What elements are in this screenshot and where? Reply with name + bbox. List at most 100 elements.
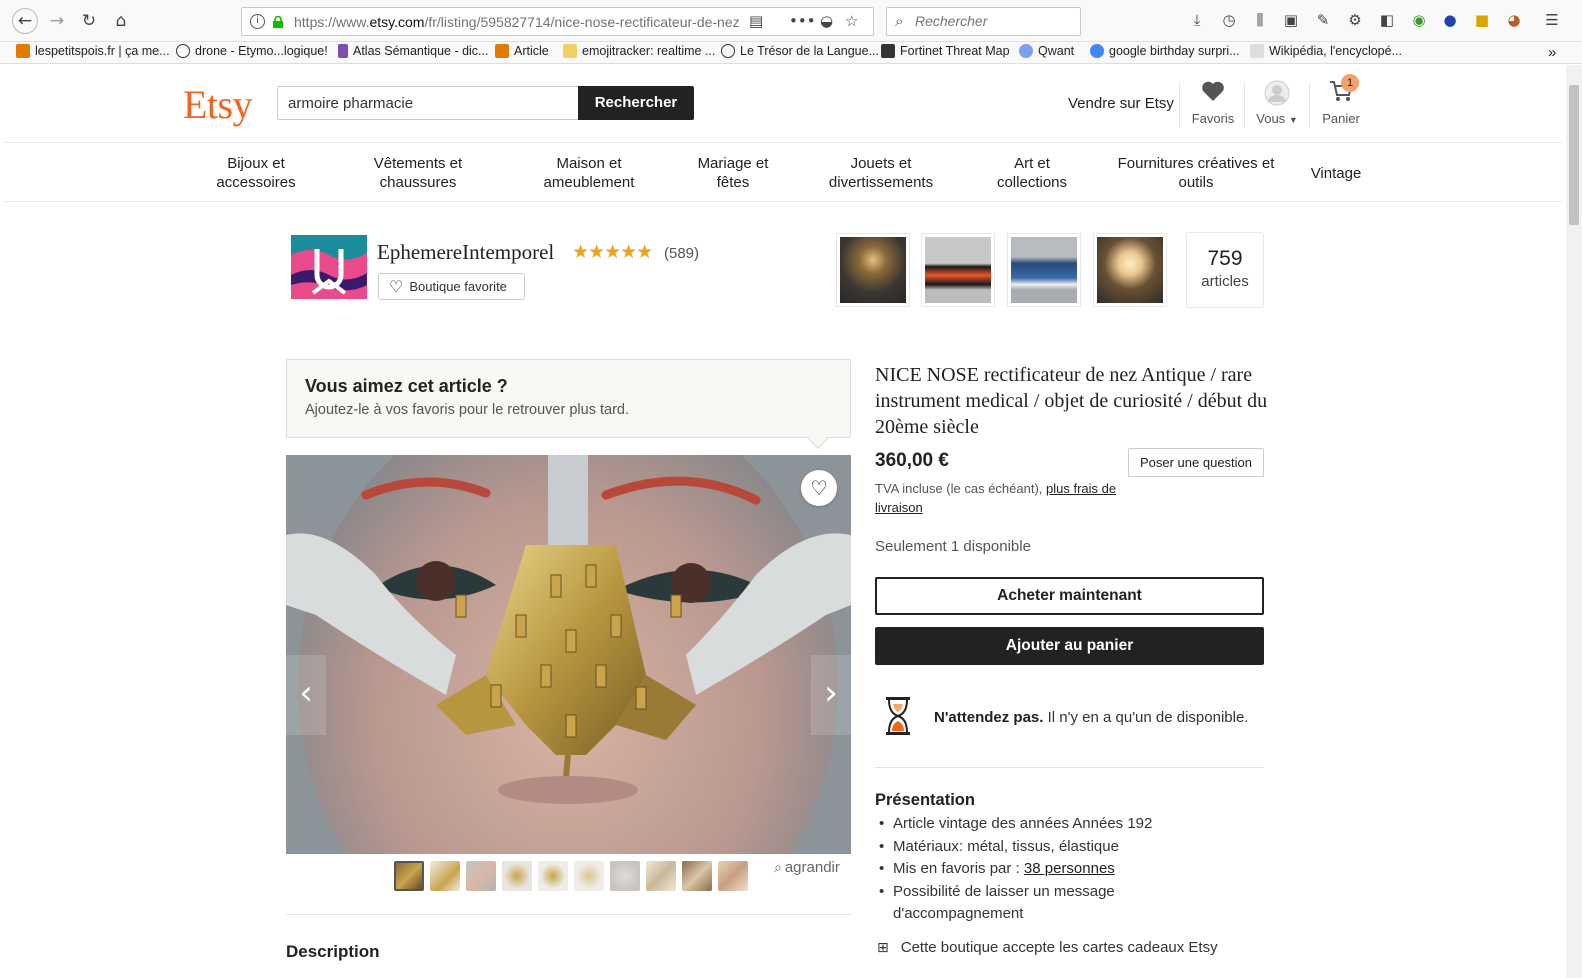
sell-link[interactable]: Vendre sur Etsy [1068, 95, 1174, 112]
ask-question-button[interactable]: Poser une question [1128, 448, 1264, 477]
thumbnail[interactable] [646, 861, 676, 891]
library-icon[interactable]: ⫼ [1250, 11, 1270, 31]
cart-count-badge: 1 [1341, 74, 1359, 92]
avatar [1264, 80, 1290, 106]
presentation-heading: Présentation [875, 791, 975, 809]
bookmark-favicon-icon [338, 44, 348, 58]
buy-now-button[interactable]: Acheter maintenant [875, 577, 1264, 615]
category-toys[interactable]: Jouets et divertissements [816, 154, 946, 192]
next-image-button[interactable]: › [811, 655, 851, 735]
glass-lamp-image [1097, 237, 1163, 303]
extension-cookie-icon[interactable]: ◕ [1504, 11, 1524, 31]
shop-item-thumbnail[interactable] [1093, 233, 1167, 307]
favorite-prompt-subtitle: Ajoutez-le à vos favoris pour le retrouv… [305, 402, 629, 418]
shop-logo[interactable] [291, 235, 367, 299]
shop-item-thumbnail[interactable] [836, 233, 910, 307]
browser-search-input[interactable] [915, 13, 1075, 29]
bookmark-favicon-icon [1019, 44, 1033, 58]
shop-item-thumbnail[interactable] [921, 233, 995, 307]
bookmark-item[interactable]: Atlas Sémantique - dic... [338, 44, 488, 58]
bookmark-item[interactable]: lespetitspois.fr | ça me... [16, 44, 170, 58]
scrollbar-thumb[interactable] [1569, 85, 1579, 225]
enlarge-image-link[interactable]: ⌕ agrandir [774, 859, 840, 876]
home-icon[interactable]: ⌂ [108, 8, 134, 34]
bookmark-item[interactable]: Article [495, 44, 549, 58]
extension-pen-icon[interactable]: ✎ [1313, 11, 1333, 31]
chevron-down-icon: ▼ [1288, 115, 1298, 125]
previous-image-button[interactable]: ‹ [286, 655, 326, 735]
category-vintage[interactable]: Vintage [1301, 164, 1371, 183]
browser-search[interactable]: ⌕ [886, 7, 1081, 36]
bookmark-star-icon[interactable]: ☆ [845, 12, 858, 30]
thumbnail[interactable] [610, 861, 640, 891]
bookmark-item[interactable]: drone - Etymo...logique! [176, 44, 328, 58]
extension-lock-icon[interactable]: ■ [1472, 11, 1492, 31]
thumbnail[interactable] [538, 861, 568, 891]
bookmarks-bar: lespetitspois.fr | ça me... drone - Etym… [0, 42, 1582, 64]
download-icon[interactable]: ⤓ [1187, 11, 1207, 31]
etsy-logo[interactable]: Etsy [183, 81, 253, 128]
account-menu[interactable]: Vous ▼ [1255, 80, 1299, 126]
bookmark-item[interactable]: Fortinet Threat Map [881, 44, 1010, 58]
category-wedding[interactable]: Mariage et fêtes [683, 154, 783, 192]
page-actions-icon[interactable]: ••• [789, 12, 816, 30]
bookmark-item[interactable]: Qwant [1019, 44, 1074, 58]
pocket-icon[interactable]: ◒ [820, 12, 833, 30]
reload-icon[interactable]: ↻ [76, 8, 102, 34]
site-search-input[interactable] [288, 95, 568, 112]
thumbnail[interactable] [574, 861, 604, 891]
category-clothing[interactable]: Vêtements et chaussures [363, 154, 473, 192]
screenshot-icon[interactable]: ▣ [1281, 11, 1301, 31]
hourglass-icon [886, 697, 910, 735]
category-art[interactable]: Art et collections [982, 154, 1082, 192]
thumbnail[interactable] [394, 861, 424, 891]
favorites-link[interactable]: Favoris [1191, 80, 1235, 126]
reader-view-icon[interactable]: ▤ [749, 12, 763, 30]
thumbnail[interactable] [502, 861, 532, 891]
list-item: Matériaux: métal, tissus, élastique [875, 836, 1155, 859]
thumbnail[interactable] [682, 861, 712, 891]
thumbnail[interactable] [466, 861, 496, 891]
shop-item-thumbnail[interactable] [1007, 233, 1081, 307]
menu-icon[interactable]: ☰ [1542, 11, 1562, 31]
back-icon[interactable]: ← [12, 8, 38, 34]
site-search-box[interactable] [277, 86, 580, 120]
page-info-icon[interactable]: i [250, 14, 265, 29]
category-supplies[interactable]: Fournitures créatives et outils [1111, 154, 1281, 192]
listing-price: 360,00 € [875, 450, 949, 471]
page-scrollbar[interactable] [1566, 65, 1582, 978]
bookmark-item[interactable]: emojitracker: realtime ... [563, 44, 715, 58]
category-home[interactable]: Maison et ameublement [534, 154, 644, 192]
extension-globe-icon[interactable]: ◉ [1409, 11, 1429, 31]
favorited-by-link[interactable]: 38 personnes [1024, 860, 1115, 877]
site-search-button[interactable]: Rechercher [578, 86, 694, 120]
add-to-favorites-button[interactable]: ♡ [801, 470, 837, 506]
extension-gear-icon[interactable]: ⚙ [1345, 11, 1365, 31]
bookmark-item[interactable]: Le Trésor de la Langue... [721, 44, 879, 58]
main-product-image[interactable] [286, 455, 851, 854]
review-count[interactable]: (589) [664, 245, 699, 262]
add-to-cart-button[interactable]: Ajouter au panier [875, 627, 1264, 665]
shoes-image [925, 237, 991, 303]
history-icon[interactable]: ◷ [1219, 11, 1239, 31]
shop-article-count[interactable]: 759 articles [1186, 232, 1264, 308]
extension-dots-icon[interactable]: ● [1440, 11, 1460, 31]
bookmark-item[interactable]: google birthday surpri... [1090, 44, 1240, 58]
sidebar-icon[interactable]: ◧ [1377, 11, 1397, 31]
presentation-list: Article vintage des années Années 192 Ma… [875, 813, 1155, 926]
category-jewelry[interactable]: Bijoux et accessoires [201, 154, 311, 192]
list-item: Mis en favoris par : 38 personnes [875, 858, 1155, 881]
favorite-shop-button[interactable]: ♡ Boutique favorite [378, 273, 525, 300]
forward-icon[interactable]: → [44, 8, 70, 34]
lamp-image [840, 237, 906, 303]
bookmark-item[interactable]: Wikipédia, l'encyclopé... [1250, 44, 1402, 58]
stock-status: Seulement 1 disponible [875, 538, 1031, 555]
thumbnail[interactable] [430, 861, 460, 891]
shop-name[interactable]: EphemereIntemporel [377, 240, 554, 265]
section-divider [286, 914, 851, 915]
header-divider [1244, 83, 1245, 127]
url-bar[interactable]: i https://www.etsy.com/fr/listing/595827… [241, 7, 874, 36]
bookmarks-overflow-icon[interactable]: » [1548, 44, 1556, 61]
image-thumbnails [394, 861, 748, 891]
thumbnail[interactable] [718, 861, 748, 891]
